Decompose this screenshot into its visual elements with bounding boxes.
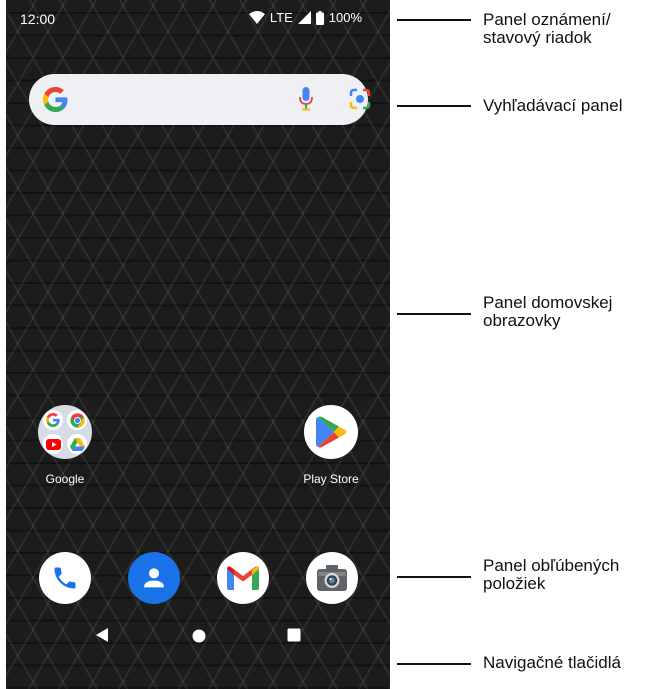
recents-icon[interactable] [287, 628, 301, 642]
dock-gmail[interactable] [217, 552, 269, 604]
drive-mini-icon [67, 434, 87, 454]
search-bar[interactable] [29, 74, 371, 125]
callout-status-bar-line1: Panel oznámení/ [483, 10, 611, 29]
phone-icon [54, 567, 76, 589]
status-icons: LTE 100% [248, 10, 362, 25]
microphone-icon[interactable] [299, 87, 313, 111]
status-bar[interactable]: 12:00 LTE 100% [6, 0, 390, 38]
google-g-icon [43, 87, 68, 112]
app-label-play-store: Play Store [303, 472, 359, 486]
callout-home-screen-line1: Panel domovskej [483, 293, 613, 312]
callout-line-status-bar [397, 19, 471, 21]
callout-favorites-line2: položiek [483, 574, 546, 593]
battery-icon [315, 10, 324, 25]
network-type: LTE [269, 10, 293, 25]
callout-status-bar-line2: stavový riadok [483, 28, 592, 47]
callout-home-screen-line2: obrazovky [483, 311, 561, 330]
app-label-google: Google [45, 472, 85, 486]
youtube-mini-icon [43, 434, 63, 454]
callout-favorites-line1: Panel obľúbených [483, 556, 620, 575]
google-folder[interactable]: Google [20, 405, 110, 486]
chrome-mini-icon [67, 410, 87, 430]
callout-line-navigation [397, 663, 471, 665]
play-store-icon [304, 405, 358, 459]
google-folder-icon [38, 405, 92, 459]
contacts-icon [144, 568, 164, 588]
dock-camera[interactable] [306, 552, 358, 604]
gmail-icon [227, 566, 259, 590]
callout-search-bar: Vyhľadávací panel [483, 97, 622, 115]
status-time: 12:00 [20, 11, 56, 27]
wifi-icon [248, 11, 265, 24]
callout-line-home-screen [397, 313, 471, 315]
signal-icon [297, 11, 311, 24]
phone-screen: 12:00 LTE 100% Google Play Store [6, 0, 390, 689]
dock-contacts[interactable] [128, 552, 180, 604]
callout-favorites: Panel obľúbených položiek [483, 557, 619, 593]
home-icon[interactable] [192, 629, 206, 643]
callout-navigation: Navigačné tlačidlá [483, 654, 621, 672]
dock-phone[interactable] [39, 552, 91, 604]
callout-home-screen: Panel domovskej obrazovky [483, 294, 612, 330]
back-icon[interactable] [95, 627, 109, 643]
google-mini-icon [43, 410, 63, 430]
callout-line-favorites [397, 576, 471, 578]
callout-line-search-bar [397, 105, 471, 107]
camera-icon [317, 565, 347, 591]
lens-camera-icon[interactable] [349, 88, 371, 110]
callout-navigation-line1: Navigačné tlačidlá [483, 653, 621, 672]
battery-level: 100% [328, 10, 362, 25]
callout-status-bar: Panel oznámení/ stavový riadok [483, 11, 611, 47]
callout-search-bar-line1: Vyhľadávací panel [483, 96, 623, 115]
play-store-app[interactable]: Play Store [286, 405, 376, 486]
